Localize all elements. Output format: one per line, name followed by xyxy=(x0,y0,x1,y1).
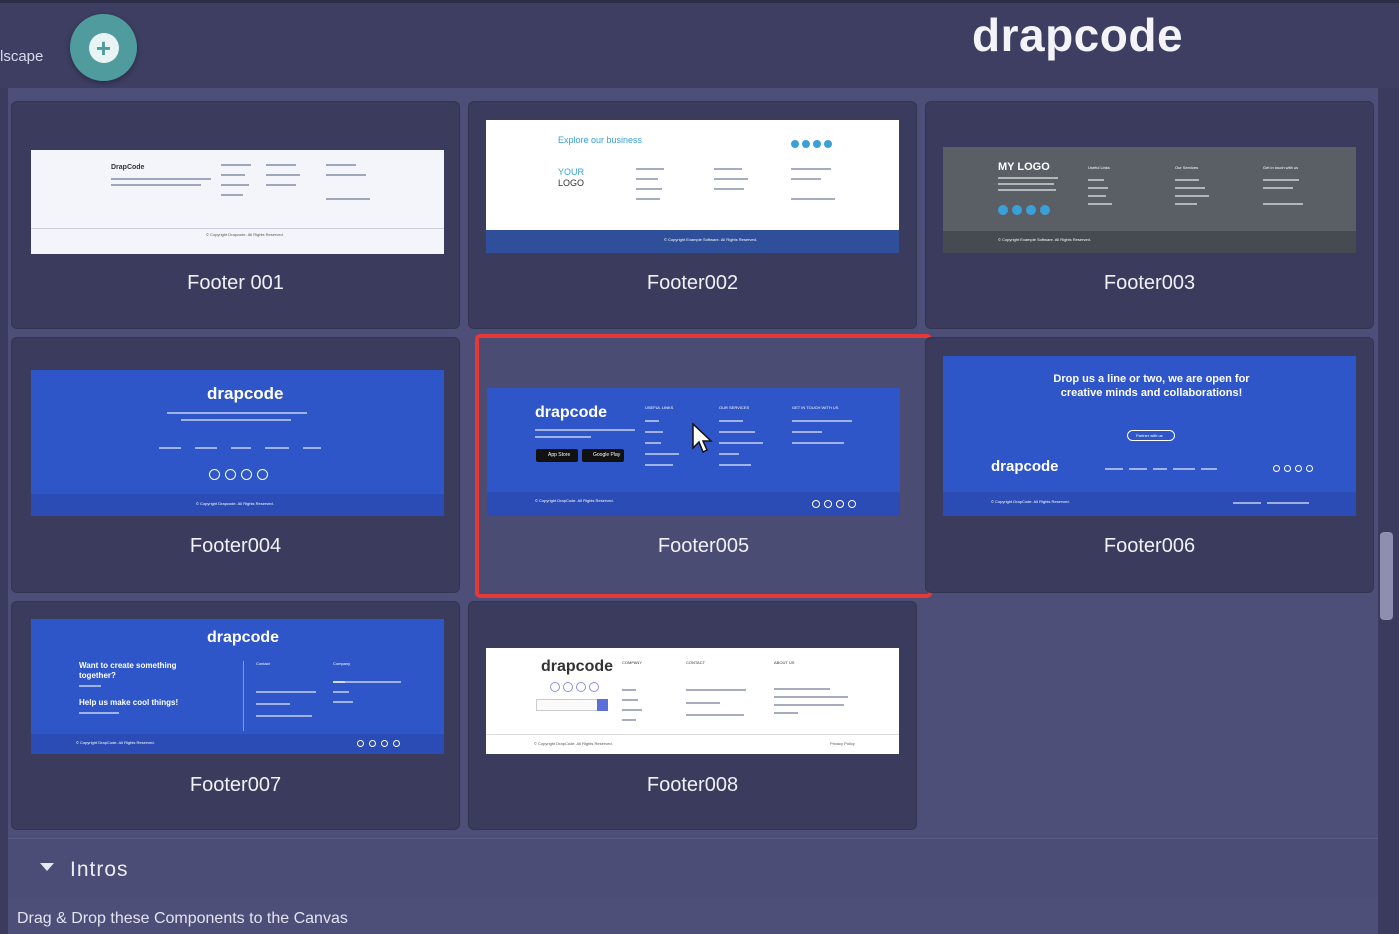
thumb-logo: drapcode xyxy=(207,384,284,403)
thumb-app-store: App Store xyxy=(548,452,571,458)
component-thumbnail: MY LOGO Useful Links Our Services Get in… xyxy=(943,147,1356,253)
plus-icon: + xyxy=(88,32,119,63)
component-card-footer002[interactable]: Explore our business YOUR LOGO © Copyrig… xyxy=(468,101,917,329)
mouse-cursor-icon xyxy=(692,422,713,454)
component-card-footer007[interactable]: drapcode Want to create something togeth… xyxy=(11,601,460,830)
thumb-logo: drapcode xyxy=(207,629,280,646)
component-name: Footer004 xyxy=(189,535,282,557)
thumb-logo: drapcode xyxy=(535,404,608,421)
thumb-logo: drapcode xyxy=(541,658,614,675)
thumb-copyright: © Copyright Example Software. All Rights… xyxy=(998,237,1091,242)
component-card-footer008[interactable]: drapcode COMPANY CONTACT ABOUT US © Copy… xyxy=(468,601,917,830)
thumb-logo-2: LOGO xyxy=(558,178,585,188)
thumb-copyright: © Copyright DrapCode. All Rights Reserve… xyxy=(535,498,614,503)
section-intros[interactable]: Intros xyxy=(8,838,1378,898)
thumb-col2: OUR SERVICES xyxy=(719,405,750,410)
chevron-down-icon xyxy=(40,863,54,871)
thumb-col3: GET IN TOUCH WITH US xyxy=(792,405,839,410)
panel-scrollbar[interactable] xyxy=(1380,532,1393,620)
thumb-text-2: Help us make cool things! xyxy=(79,698,179,707)
top-bar: lscape + drapcode xyxy=(0,0,1399,88)
thumb-col1: Contact xyxy=(256,661,270,666)
add-component-button[interactable]: + xyxy=(70,14,137,81)
components-panel: DrapCode © Copyright Drapcode. All Right… xyxy=(8,88,1378,934)
thumb-col1: USEFUL LINKS xyxy=(645,405,674,410)
thumb-col2: Our Services xyxy=(1175,165,1199,170)
thumb-copyright: © Copyright Example Software. All Rights… xyxy=(664,237,757,242)
brand-logo: drapcode xyxy=(972,9,1184,61)
component-name: Footer003 xyxy=(1103,272,1196,294)
drag-drop-hint: Drag & Drop these Components to the Canv… xyxy=(17,910,348,927)
component-name: Footer 001 xyxy=(187,272,284,294)
component-card-footer003[interactable]: MY LOGO Useful Links Our Services Get in… xyxy=(925,101,1374,329)
thumb-copyright: © Copyright DrapCode. All Rights Reserve… xyxy=(534,741,613,746)
component-card-footer004[interactable]: drapcode © Copyright Drapcode. All Right… xyxy=(11,337,460,593)
component-thumbnail: drapcode Want to create something togeth… xyxy=(31,619,444,754)
component-name: Footer008 xyxy=(646,774,739,796)
thumb-heading: Explore our business xyxy=(558,135,643,145)
thumb-copyright: © Copyright DrapCode. All Rights Reserve… xyxy=(76,740,155,745)
thumb-logo: YOUR xyxy=(558,167,585,177)
sidebar-label: lscape xyxy=(0,48,44,65)
thumb-col3: Get in touch with us xyxy=(1263,165,1299,170)
thumb-logo: DrapCode xyxy=(111,164,145,171)
thumb-button: Partner with us xyxy=(1136,433,1163,438)
thumb-col2: CONTACT xyxy=(686,660,706,665)
thumb-col1: COMPANY xyxy=(622,660,642,665)
component-name: Footer006 xyxy=(1103,535,1196,557)
thumb-logo: MY LOGO xyxy=(998,161,1050,173)
component-thumbnail: Explore our business YOUR LOGO © Copyrig… xyxy=(486,120,899,253)
component-name: Footer007 xyxy=(189,774,282,796)
thumb-copyright: © Copyright DrapCode. All Rights Reserve… xyxy=(991,499,1070,504)
thumb-col2: Company xyxy=(333,661,351,666)
component-thumbnail: drapcode COMPANY CONTACT ABOUT US © Copy… xyxy=(486,648,899,754)
thumb-logo: drapcode xyxy=(991,458,1059,475)
thumb-col3: ABOUT US xyxy=(774,660,795,665)
thumb-heading: Drop us a line or two, we are open for c… xyxy=(1053,373,1250,399)
component-card-footer-001[interactable]: DrapCode © Copyright Drapcode. All Right… xyxy=(11,101,460,329)
thumb-privacy: Privacy Policy xyxy=(830,741,855,746)
thumb-text-1: Want to create something together? xyxy=(79,661,177,680)
section-label: Intros xyxy=(70,858,129,881)
component-card-footer006[interactable]: Drop us a line or two, we are open for c… xyxy=(925,337,1374,593)
component-thumbnail: Drop us a line or two, we are open for c… xyxy=(943,356,1356,516)
component-name: Footer002 xyxy=(646,272,739,294)
thumb-google-play: Google Play xyxy=(593,452,621,458)
thumb-copyright: © Copyright Drapcode. All Rights Reserve… xyxy=(196,501,274,506)
thumb-copyright: © Copyright Drapcode. All Rights Reserve… xyxy=(206,232,284,237)
component-thumbnail: DrapCode © Copyright Drapcode. All Right… xyxy=(31,150,444,254)
component-thumbnail: drapcode © Copyright Drapcode. All Right… xyxy=(31,370,444,516)
component-card-footer005[interactable]: drapcode App Store Google Play USEFUL LI… xyxy=(475,334,932,598)
thumb-col1: Useful Links xyxy=(1088,165,1110,170)
component-name: Footer005 xyxy=(657,535,750,557)
